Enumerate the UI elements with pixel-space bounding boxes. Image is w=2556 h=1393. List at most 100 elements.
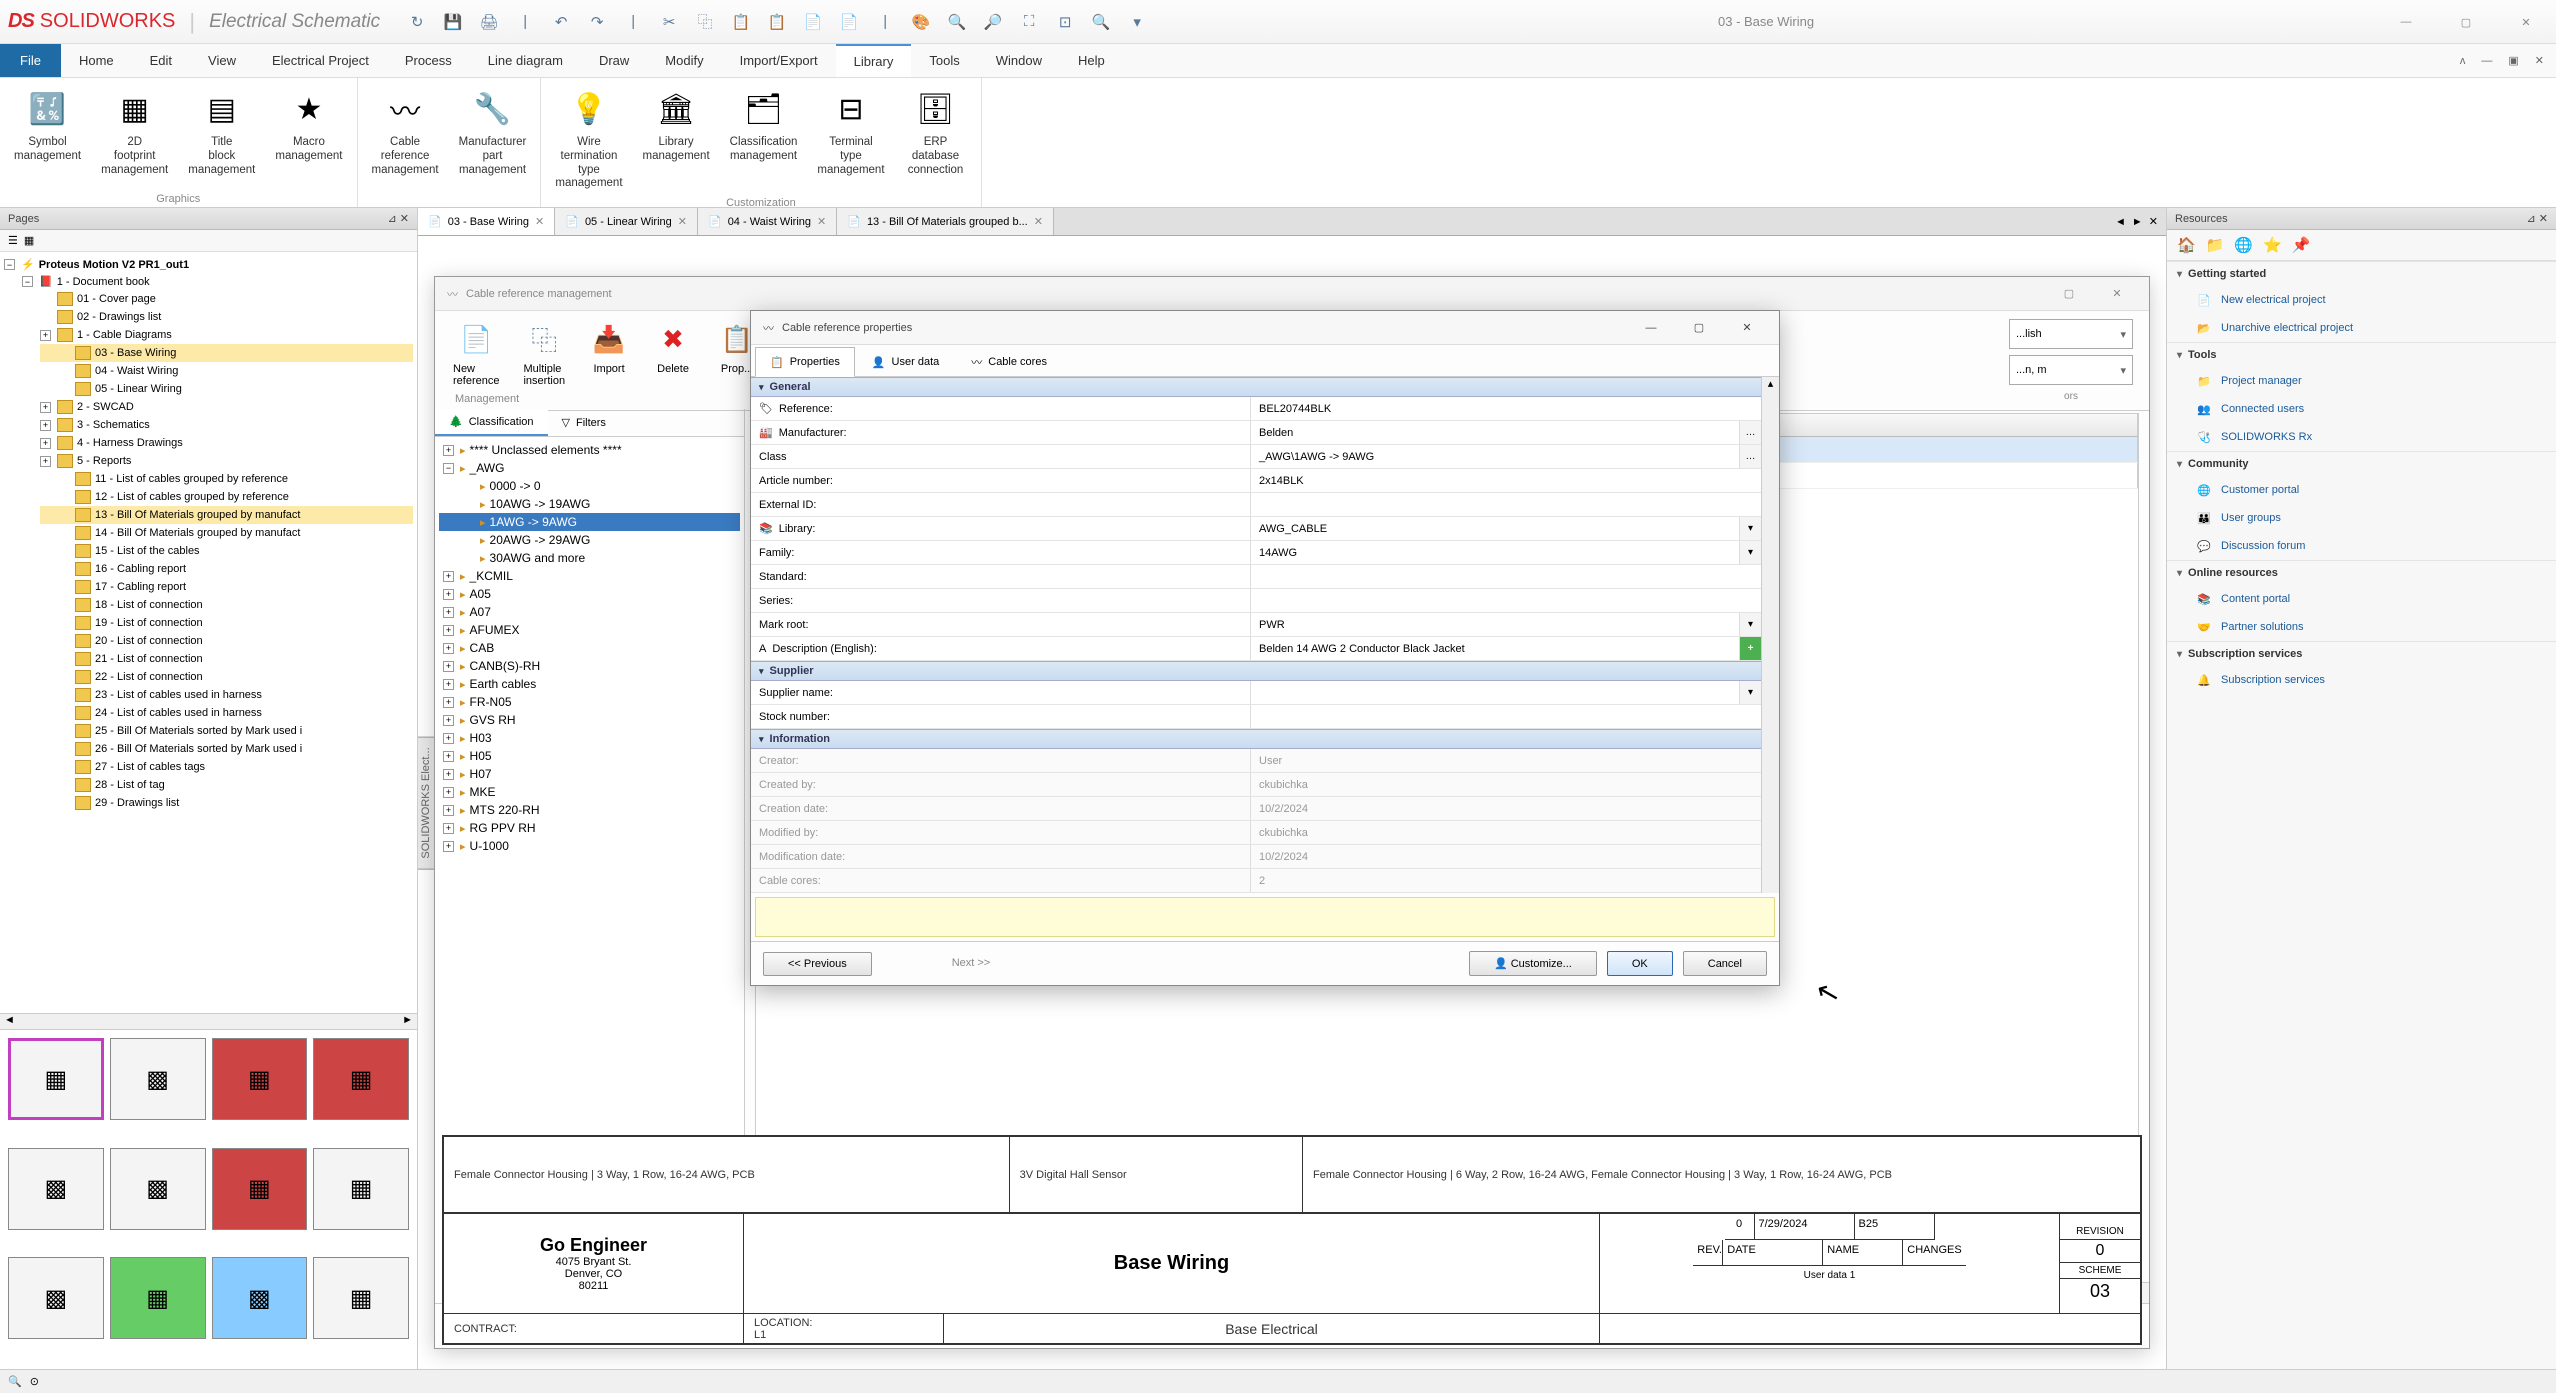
mgr-unit-combo[interactable]: ...n, m [2009, 355, 2133, 385]
drawing-canvas[interactable]: SOLIDWORKS Elect... 〰 Cable reference ma… [418, 236, 2166, 1369]
field-article-number[interactable]: Article number:2x14BLK [751, 469, 1761, 493]
ribbon-library-management[interactable]: 🏛Librarymanagement [635, 82, 718, 195]
ribbon-cable-reference-management[interactable]: 〰Cablereferencemanagement [364, 82, 447, 203]
res-section-online-resources[interactable]: Online resources [2167, 560, 2556, 585]
expand-icon[interactable]: + [443, 805, 454, 816]
ribbon-title-block-management[interactable]: ▤Titleblockmanagement [180, 82, 263, 191]
tree-item[interactable]: 19 - List of connection [40, 614, 413, 632]
res-link-partner-solutions[interactable]: 🤝Partner solutions [2167, 613, 2556, 641]
thumbnail[interactable]: ▦ [313, 1148, 409, 1230]
tab-properties[interactable]: 📋Properties [755, 347, 855, 377]
cancel-button[interactable]: Cancel [1683, 951, 1767, 976]
qat-save-icon[interactable]: 💾 [440, 9, 466, 35]
menu-electrical-project[interactable]: Electrical Project [254, 44, 387, 77]
tab-filters[interactable]: ▽Filters [548, 409, 620, 436]
qat-print-icon[interactable]: 🖨 [476, 9, 502, 35]
tree-item[interactable]: 15 - List of the cables [40, 542, 413, 560]
thumbnail-03[interactable]: ▦ [8, 1038, 104, 1120]
field-manufacturer[interactable]: 🏭Manufacturer:Belden… [751, 421, 1761, 445]
menu-import-export[interactable]: Import/Export [722, 44, 836, 77]
mgr-maximize-icon[interactable]: ▢ [2049, 287, 2089, 300]
qat-doc-icon[interactable]: 📄 [800, 9, 826, 35]
previous-button[interactable]: << Previous [763, 952, 872, 976]
qat-zoom-fit-icon[interactable]: ⊡ [1052, 9, 1078, 35]
mgr-tree-item[interactable]: ▸ 30AWG and more [439, 549, 740, 567]
ribbon-symbol-management[interactable]: 🔣Symbolmanagement [6, 82, 89, 191]
expand-icon[interactable]: + [443, 787, 454, 798]
expand-icon[interactable]: + [443, 751, 454, 762]
panel-close-icon[interactable]: ✕ [400, 213, 409, 225]
expand-icon[interactable]: + [443, 571, 454, 582]
mgr-tree-item[interactable]: +▸ MTS 220-RH [439, 801, 740, 819]
thumbnail[interactable]: ▩ [110, 1148, 206, 1230]
tree-item[interactable]: 02 - Drawings list [40, 308, 413, 326]
ribbon-macro-management[interactable]: ★Macromanagement [267, 82, 350, 191]
res-pin2-icon[interactable]: 📌 [2292, 236, 2311, 254]
tree-item[interactable]: 18 - List of connection [40, 596, 413, 614]
qat-color-icon[interactable]: 🎨 [908, 9, 934, 35]
field-reference[interactable]: 🏷Reference:BEL20744BLK [751, 397, 1761, 421]
tree-item[interactable]: 05 - Linear Wiring [40, 380, 413, 398]
mgr-tree-item[interactable]: +▸ AFUMEX [439, 621, 740, 639]
mgr-tree-item[interactable]: ▸ 1AWG -> 9AWG [439, 513, 740, 531]
tree-item[interactable]: 12 - List of cables grouped by reference [40, 488, 413, 506]
field-series[interactable]: Series: [751, 589, 1761, 613]
qat-paste-icon[interactable]: 📋 [728, 9, 754, 35]
thumbnail[interactable]: ▩ [8, 1148, 104, 1230]
expand-icon[interactable]: + [443, 643, 454, 654]
customize-button[interactable]: 👤 Customize... [1469, 951, 1597, 976]
mgr-tree-item[interactable]: +▸ RG PPV RH [439, 819, 740, 837]
family-dropdown-button[interactable]: ▾ [1739, 541, 1761, 564]
res-folder-icon[interactable]: 📁 [2206, 236, 2225, 254]
menu-edit[interactable]: Edit [132, 44, 190, 77]
qat-dropdown-icon[interactable]: ▾ [1124, 9, 1150, 35]
res-section-subscription-services[interactable]: Subscription services [2167, 641, 2556, 666]
res-link-project-manager[interactable]: 📁Project manager [2167, 367, 2556, 395]
project-tree[interactable]: −⚡ Proteus Motion V2 PR1_out1−📕 1 - Docu… [0, 252, 417, 1013]
mgr-tree-item[interactable]: ▸ 0000 -> 0 [439, 477, 740, 495]
tab-user-data[interactable]: 👤User data [857, 347, 954, 376]
doc-tab[interactable]: 📄03 - Base Wiring✕ [418, 208, 555, 235]
mgr-tree-item[interactable]: +▸ U-1000 [439, 837, 740, 855]
menu-file[interactable]: File [0, 44, 61, 77]
expand-icon[interactable]: + [443, 697, 454, 708]
res-link-new-electrical-project[interactable]: 📄New electrical project [2167, 286, 2556, 314]
thumbnail[interactable]: ▦ [212, 1038, 308, 1120]
qat-undo-icon[interactable]: ↶ [548, 9, 574, 35]
library-dropdown-button[interactable]: ▾ [1739, 517, 1761, 540]
tab-classification[interactable]: 🌲Classification [435, 409, 548, 436]
mgr-tree-item[interactable]: +▸ MKE [439, 783, 740, 801]
field-supplier-name[interactable]: Supplier name:▾ [751, 681, 1761, 705]
res-link-connected-users[interactable]: 👥Connected users [2167, 395, 2556, 423]
page-thumbnails[interactable]: ▦ ▩ ▦ ▦ ▩ ▩ ▦ ▦ ▩ ▦ ▩ ▦ [0, 1029, 417, 1369]
status-view1-icon[interactable]: 🔍 [8, 1375, 22, 1388]
res-close-icon[interactable]: ✕ [2539, 213, 2548, 225]
ok-button[interactable]: OK [1607, 951, 1673, 976]
tab-nav-right-icon[interactable]: ► [2132, 216, 2143, 228]
tree-item[interactable]: 26 - Bill Of Materials sorted by Mark us… [40, 740, 413, 758]
mgr-tree-item[interactable]: +▸ CAB [439, 639, 740, 657]
tab-cable-cores[interactable]: 〰Cable cores [956, 347, 1062, 376]
expand-icon[interactable]: + [40, 438, 51, 449]
res-link-discussion-forum[interactable]: 💬Discussion forum [2167, 532, 2556, 560]
menu-draw[interactable]: Draw [581, 44, 647, 77]
minimize-button[interactable]: — [2376, 0, 2436, 44]
ribbon-classification-management[interactable]: 🗂Classificationmanagement [722, 82, 806, 195]
ribbon-manufacturer-part-management[interactable]: 🔧Manufacturerpartmanagement [451, 82, 535, 203]
expand-icon[interactable]: + [443, 589, 454, 600]
section-general[interactable]: General [751, 377, 1761, 397]
thumbnail[interactable]: ▦ [313, 1257, 409, 1339]
tree-item[interactable]: 11 - List of cables grouped by reference [40, 470, 413, 488]
field-mark-root[interactable]: Mark root:PWR▾ [751, 613, 1761, 637]
expand-icon[interactable]: + [40, 420, 51, 431]
mfg-browse-button[interactable]: … [1739, 421, 1761, 444]
tree-item[interactable]: + 3 - Schematics [40, 416, 413, 434]
tree-item[interactable]: 22 - List of connection [40, 668, 413, 686]
menu-tools[interactable]: Tools [911, 44, 977, 77]
ribbon-terminal-type-management[interactable]: ⊟Terminaltypemanagement [809, 82, 892, 195]
mgr-tree-item[interactable]: +▸ A05 [439, 585, 740, 603]
menu-process[interactable]: Process [387, 44, 470, 77]
mgr-tree-item[interactable]: +▸ H03 [439, 729, 740, 747]
expand-icon[interactable]: + [443, 679, 454, 690]
tree-item[interactable]: 25 - Bill Of Materials sorted by Mark us… [40, 722, 413, 740]
